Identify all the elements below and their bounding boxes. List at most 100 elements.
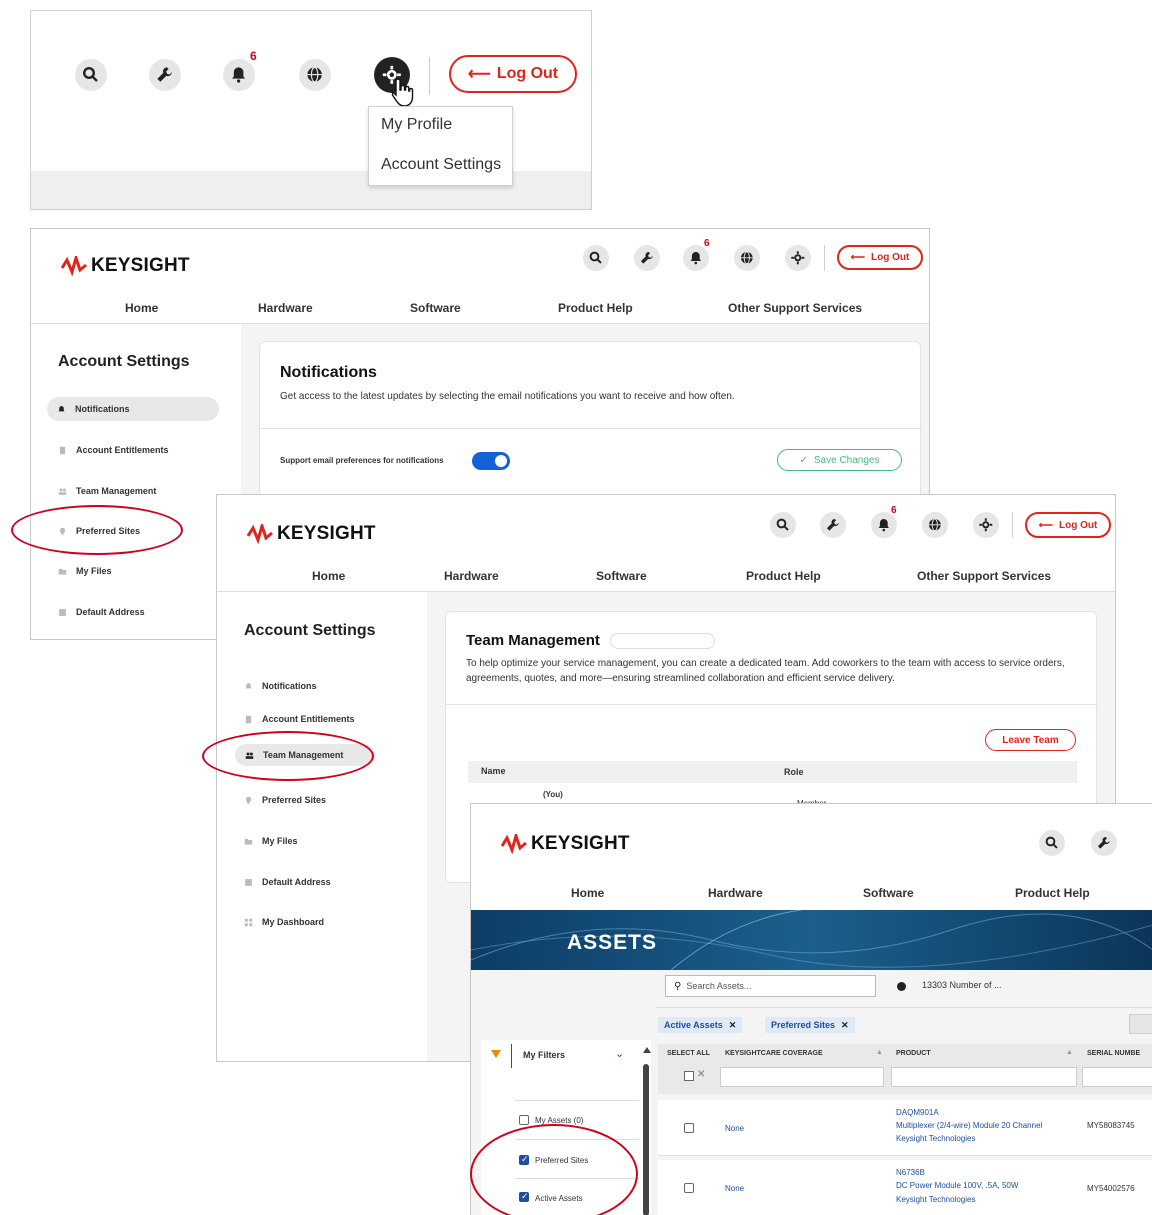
sort-icon[interactable]: ▲ [1066,1049,1073,1056]
nav-software[interactable]: Software [596,569,647,583]
sidebar-item-my-files[interactable]: My Files [244,836,298,846]
sidebar-item-account-entitlements[interactable]: Account Entitlements [244,714,355,724]
brand-name: KEYSIGHT [531,833,630,854]
search-icon[interactable] [1039,830,1065,856]
brand-name: KEYSIGHT [277,523,376,544]
row-product-desc: Multiplexer (2/4-wire) Module 20 Channel [896,1121,1043,1130]
sort-icon[interactable]: ▲ [876,1049,883,1056]
assets-search-box[interactable]: ⚲ Search Assets... [665,975,876,997]
nav-home[interactable]: Home [312,569,345,583]
globe-icon[interactable] [734,245,760,271]
menu-item-account-settings[interactable]: Account Settings [381,156,501,174]
filters-scrollbar[interactable] [643,1064,649,1215]
nav-home[interactable]: Home [571,886,604,900]
logout-icon: ⟵ [1038,519,1053,531]
sidebar-title: Account Settings [58,353,190,370]
row-checkbox[interactable] [684,1123,694,1133]
nav-software[interactable]: Software [863,886,914,900]
leave-team-button[interactable]: Leave Team [985,729,1076,751]
bell-icon[interactable] [223,59,255,91]
close-icon[interactable]: ✕ [729,1020,737,1031]
globe-icon[interactable] [922,512,948,538]
nav-home[interactable]: Home [125,301,158,315]
sidebar-item-preferred-sites[interactable]: Preferred Sites [244,795,326,805]
logout-button[interactable]: ⟵ Log Out [1025,512,1111,538]
sidebar-item-default-address[interactable]: Default Address [244,877,331,887]
wrench-icon[interactable] [149,59,181,91]
row-product-id[interactable]: DAQM901A [896,1108,939,1117]
logout-button[interactable]: ⟵ Log Out [449,55,577,93]
filters-title: My Filters [523,1050,566,1060]
table-row[interactable]: None N6736B DC Power Module 100V, .5A, 5… [658,1160,1152,1215]
filter-chip-preferred-sites[interactable]: Preferred Sites ✕ [765,1017,855,1033]
row-product-id[interactable]: N6736B [896,1168,925,1177]
row-coverage[interactable]: None [725,1184,744,1193]
table-row[interactable]: None DAQM901A Multiplexer (2/4-wire) Mod… [658,1100,1152,1156]
search-icon[interactable] [75,59,107,91]
people-icon [58,488,67,495]
scroll-up-icon[interactable] [643,1047,651,1053]
product-filter-input[interactable] [891,1067,1077,1087]
sidebar-item-label: Preferred Sites [262,795,327,805]
row-coverage[interactable]: None [725,1124,744,1133]
logout-icon: ⟵ [850,252,865,263]
view-toggle-box[interactable] [1129,1014,1152,1034]
search-icon: ⚲ [674,980,682,992]
save-changes-button[interactable]: ✓ Save Changes [777,449,902,471]
main-nav: Home Hardware Software Product Help Othe… [217,569,1115,585]
row-checkbox[interactable] [684,1183,694,1193]
row-vendor: Keysight Technologies [896,1195,976,1204]
sidebar-item-my-files[interactable]: My Files [58,566,112,576]
nav-product-help[interactable]: Product Help [558,301,633,315]
nav-hardware[interactable]: Hardware [258,301,313,315]
asset-count: 13303 Number of ... [922,980,1002,990]
gear-icon[interactable] [973,512,999,538]
coverage-filter-input[interactable] [720,1067,884,1087]
settings-sidebar [31,324,241,639]
gear-icon[interactable] [785,245,811,271]
folder-icon [244,838,253,844]
nav-hardware[interactable]: Hardware [708,886,763,900]
nav-other-support[interactable]: Other Support Services [917,569,1051,583]
wrench-icon[interactable] [634,245,660,271]
filter-checkbox-my-assets[interactable] [519,1115,529,1125]
sidebar-item-default-address[interactable]: Default Address [58,607,145,617]
notifications-toggle[interactable] [472,452,510,470]
location-pin-icon [245,796,252,804]
keysight-wave-icon [61,256,87,276]
notifications-description: Get access to the latest updates by sele… [280,391,735,402]
team-table-header: Name Role [468,761,1077,783]
wrench-icon[interactable] [820,512,846,538]
globe-icon[interactable] [299,59,331,91]
col-role: Role [784,767,804,777]
menu-item-my-profile[interactable]: My Profile [381,116,452,134]
sidebar-item-team-management[interactable]: Team Management [58,486,156,496]
serial-filter-input[interactable] [1082,1067,1152,1087]
funnel-icon[interactable] [491,1050,501,1058]
select-all-checkbox[interactable] [684,1071,694,1081]
nav-other-support[interactable]: Other Support Services [728,301,862,315]
nav-software[interactable]: Software [410,301,461,315]
nav-product-help[interactable]: Product Help [746,569,821,583]
notification-badge: 6 [250,49,257,63]
sidebar-item-notifications[interactable]: Notifications [47,397,219,421]
team-name-pill [610,633,715,649]
close-icon[interactable]: ✕ [841,1020,849,1031]
chevron-down-icon[interactable]: ⌄ [615,1047,624,1060]
filter-chip-active-assets[interactable]: Active Assets ✕ [658,1017,743,1033]
nav-product-help[interactable]: Product Help [1015,886,1090,900]
highlight-preferred-sites [11,505,183,555]
sidebar-item-account-entitlements[interactable]: Account Entitlements [58,445,169,455]
sidebar-item-my-dashboard[interactable]: My Dashboard [244,917,324,927]
sidebar-item-notifications[interactable]: Notifications [244,681,317,691]
search-icon[interactable] [583,245,609,271]
keysight-wave-icon [501,834,527,854]
logout-button[interactable]: ⟵ Log Out [837,245,923,270]
clear-selection-icon[interactable]: ✕ [697,1069,705,1080]
search-icon[interactable] [770,512,796,538]
keysight-wave-icon [247,524,273,544]
nav-hardware[interactable]: Hardware [444,569,499,583]
wrench-icon[interactable] [1091,830,1117,856]
logout-label: Log Out [496,65,559,82]
document-icon [59,446,66,454]
